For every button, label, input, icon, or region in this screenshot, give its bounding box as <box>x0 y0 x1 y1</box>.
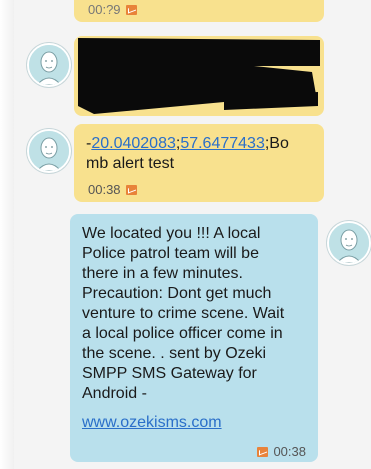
redaction-scribble <box>78 38 320 114</box>
self-avatar[interactable] <box>327 221 371 265</box>
message-meta: 00:38 <box>88 180 137 200</box>
person-avatar-icon <box>29 45 69 85</box>
message-bubble-outgoing[interactable]: We located you !!! A local Police patrol… <box>70 214 318 462</box>
contact-avatar[interactable] <box>27 129 71 173</box>
longitude-link[interactable]: 57.6477433 <box>180 135 265 152</box>
message-body: We located you !!! A local Police patrol… <box>82 225 285 402</box>
message-time: 00:?9 <box>88 2 121 17</box>
message-bubble-location[interactable]: -20.0402083;57.6477433;Bo mb alert test … <box>74 124 324 202</box>
message-time: 00:38 <box>273 444 306 459</box>
message-meta: 00:38 <box>257 442 306 462</box>
sms-message-icon <box>125 5 137 15</box>
latitude-link[interactable]: 20.0402083 <box>91 135 176 152</box>
person-avatar-icon <box>29 131 69 171</box>
sms-message-icon <box>257 447 269 457</box>
person-avatar-icon <box>329 223 369 263</box>
website-link[interactable]: www.ozekisms.com <box>82 413 222 433</box>
contact-avatar[interactable] <box>27 43 71 87</box>
message-meta: 00:?9 <box>88 0 137 20</box>
message-bubble-partial[interactable]: 00:?9 <box>74 0 324 22</box>
message-text: -20.0402083;57.6477433;Bo mb alert test <box>86 134 318 174</box>
screen-edge <box>0 0 14 469</box>
sms-message-icon <box>125 185 137 195</box>
message-time: 00:38 <box>88 182 121 197</box>
